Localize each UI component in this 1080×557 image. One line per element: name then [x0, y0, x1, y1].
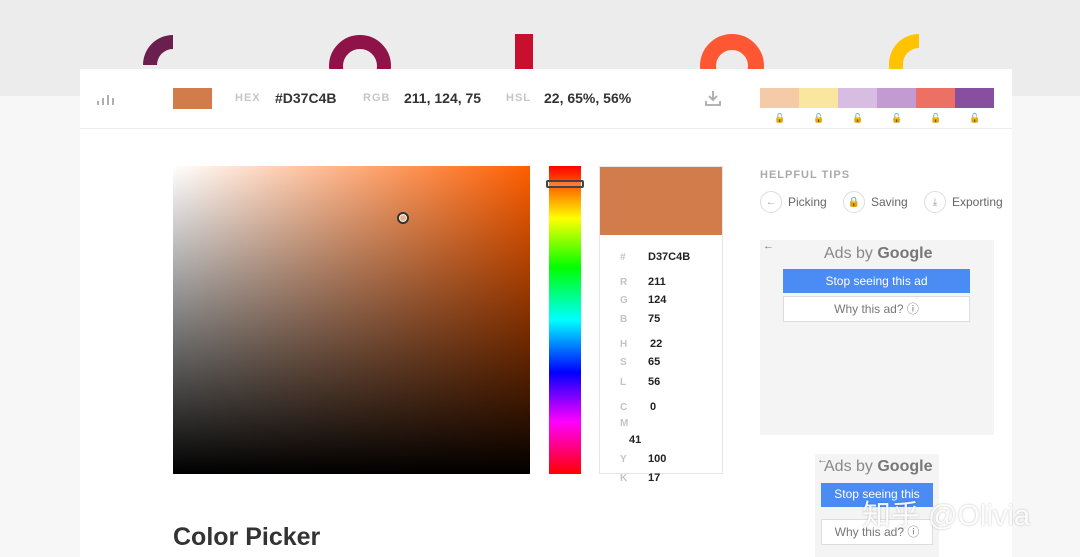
l-value: 56 [648, 376, 661, 388]
download-icon: ⤓ [924, 191, 946, 213]
palette-swatch-3[interactable] [838, 88, 877, 108]
current-color-swatch [173, 88, 212, 109]
k-label: K [620, 473, 628, 484]
b-value: 75 [648, 313, 661, 325]
hsl-value[interactable]: 22, 65%, 56% [544, 90, 631, 106]
m-value: 41 [629, 434, 642, 446]
download-icon[interactable] [704, 89, 722, 107]
rgb-value[interactable]: 211, 124, 75 [404, 90, 481, 106]
m-label: M [620, 418, 629, 429]
color-cursor[interactable] [397, 212, 409, 224]
c-value: 0 [650, 401, 657, 413]
c-label: C [620, 402, 628, 413]
y-value: 100 [648, 453, 667, 465]
arrow-left-icon: ← [760, 191, 782, 213]
ad-panel: ← Ads by Google Stop seeing this ad Why … [760, 240, 994, 435]
page-title: Color Picker [173, 523, 321, 551]
r-label: R [620, 277, 628, 288]
s-value: 65 [648, 356, 661, 368]
g-label: G [620, 295, 628, 306]
l-label: L [620, 377, 627, 388]
decorative-shape-3 [515, 34, 533, 74]
stop-seeing-ad-button[interactable]: Stop seeing this ad [783, 269, 970, 293]
watermark: 知乎 @Olivia [862, 500, 1031, 532]
color-preview [600, 167, 722, 235]
palette-swatch-1[interactable] [760, 88, 799, 108]
why-this-ad-button[interactable]: Why this ad? ⓘ [783, 296, 970, 322]
palette-swatch-5[interactable] [916, 88, 955, 108]
lock-icon: 🔒 [843, 191, 865, 213]
decorative-shape-1 [143, 35, 173, 65]
hash-value: D37C4B [648, 251, 691, 263]
s-label: S [620, 357, 627, 368]
h-value: 22 [650, 338, 663, 350]
decorative-shape-2 [329, 35, 391, 74]
g-value: 124 [648, 294, 667, 306]
ad-title: Ads by Google [824, 458, 933, 475]
main-card: HEX #D37C4B RGB 211, 124, 75 HSL 22, 65%… [80, 69, 1012, 557]
lock-icon[interactable]: 🔓 [774, 113, 785, 124]
color-info-panel: # D37C4B R 211 G 124 B 75 H 22 S 65 L 56… [599, 166, 723, 484]
color-toolbar: HEX #D37C4B RGB 211, 124, 75 HSL 22, 65%… [80, 69, 1012, 129]
hsl-label: HSL [506, 92, 531, 104]
tip-label: Saving [871, 195, 908, 209]
lock-icon[interactable]: 🔓 [930, 113, 941, 124]
palette-swatch-4[interactable] [877, 88, 916, 108]
hue-slider-handle[interactable] [546, 180, 584, 188]
tip-saving[interactable]: 🔒 Saving [843, 191, 908, 213]
lock-icon[interactable]: 🔓 [813, 113, 824, 124]
y-label: Y [620, 454, 627, 465]
palette-swatch-6[interactable] [955, 88, 994, 108]
tip-label: Exporting [952, 195, 1003, 209]
lock-icon[interactable]: 🔓 [891, 113, 902, 124]
r-value: 211 [648, 276, 666, 288]
hash-label: # [620, 252, 626, 263]
tip-picking[interactable]: ← Picking [760, 191, 827, 213]
lock-icon[interactable]: 🔓 [969, 113, 980, 124]
hue-slider[interactable] [546, 166, 584, 474]
helpful-tips-title: HELPFUL TIPS [760, 169, 851, 181]
back-icon[interactable]: ← [763, 240, 774, 252]
bars-icon[interactable] [97, 93, 117, 105]
k-value: 17 [648, 472, 661, 484]
hex-label: HEX [235, 92, 261, 104]
hex-value[interactable]: #D37C4B [275, 90, 336, 106]
decorative-shape-4 [700, 34, 764, 74]
h-label: H [620, 339, 628, 350]
rgb-label: RGB [363, 92, 391, 104]
ad-title: Ads by Google [824, 245, 933, 262]
tip-exporting[interactable]: ⤓ Exporting [924, 191, 1003, 213]
saturation-value-area[interactable] [173, 166, 530, 474]
tip-label: Picking [788, 195, 827, 209]
decorative-shape-5 [889, 34, 919, 74]
palette-bar [760, 88, 994, 108]
lock-icon[interactable]: 🔓 [852, 113, 863, 124]
b-label: B [620, 314, 628, 325]
palette-swatch-2[interactable] [799, 88, 838, 108]
